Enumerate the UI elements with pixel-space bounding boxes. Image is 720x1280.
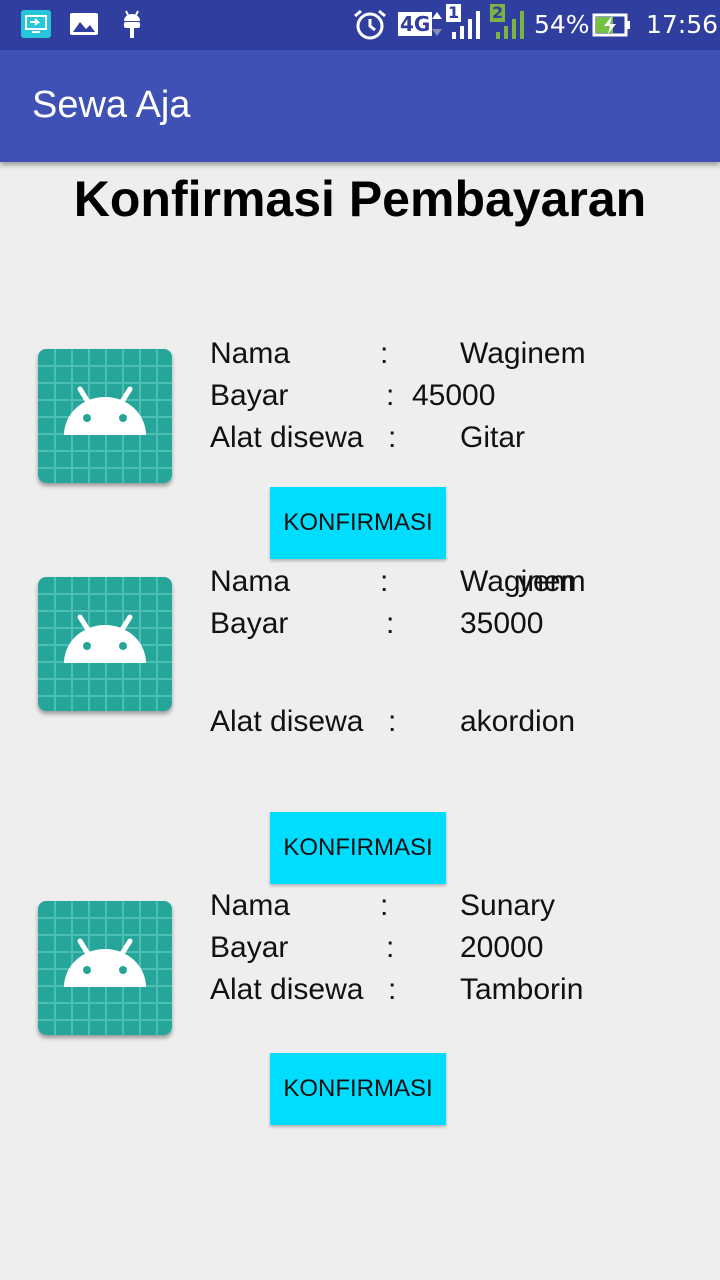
nama-label: Nama <box>210 889 291 922</box>
colon: : <box>388 421 397 454</box>
android-debug-icon <box>124 10 140 38</box>
alat-value: akordion <box>460 705 576 738</box>
nama-label: Nama <box>210 565 291 598</box>
colon: : <box>380 565 389 598</box>
alat-label: Alat disewa <box>210 421 364 454</box>
android-thumbnail-icon <box>38 901 172 1035</box>
clock: 17:56 <box>646 10 719 39</box>
colon: : <box>380 889 389 922</box>
colon: : <box>388 705 397 738</box>
battery-charging-icon <box>592 13 630 37</box>
konfirmasi-button[interactable]: KONFIRMASI <box>270 487 446 559</box>
nama-label: Nama <box>210 337 291 370</box>
nama-value: Sunary <box>460 889 556 922</box>
app-bar: Sewa Aja <box>0 50 720 162</box>
alat-value: Tamborin <box>460 973 584 1006</box>
konfirmasi-button[interactable]: KONFIRMASI <box>270 1053 446 1125</box>
colon: : <box>380 337 389 370</box>
android-thumbnail-icon <box>38 577 172 711</box>
bayar-value: 20000 <box>460 931 544 964</box>
colon: : <box>388 973 397 1006</box>
signal-icon <box>452 11 480 39</box>
alat-value: Gitar <box>460 421 526 454</box>
bayar-value: 35000 <box>460 607 544 640</box>
nama-overlap-text: yem <box>518 565 575 598</box>
alarm-icon <box>354 9 386 40</box>
screen-mirror-icon <box>21 10 51 38</box>
alat-label: Alat disewa <box>210 705 364 738</box>
data-arrows-icon <box>432 12 442 36</box>
bayar-value: 45000 <box>412 379 496 412</box>
colon: : <box>386 931 395 964</box>
colon: : <box>386 607 395 640</box>
battery-percent: 54% <box>534 10 590 39</box>
nama-value: Waginem <box>460 337 586 370</box>
status-bar: 4G 1 2 54% 17:56 <box>0 0 720 50</box>
bayar-label: Bayar <box>210 607 289 640</box>
page-title: Konfirmasi Pembayaran <box>73 171 647 227</box>
bayar-label: Bayar <box>210 931 289 964</box>
alat-label: Alat disewa <box>210 973 364 1006</box>
gallery-icon <box>70 13 98 35</box>
app-title: Sewa Aja <box>32 84 191 126</box>
bayar-label: Bayar <box>210 379 289 412</box>
android-thumbnail-icon <box>38 349 172 483</box>
signal-icon <box>496 11 524 39</box>
colon: : <box>386 379 395 412</box>
konfirmasi-button[interactable]: KONFIRMASI <box>270 812 446 884</box>
network-type: 4G <box>398 12 433 36</box>
